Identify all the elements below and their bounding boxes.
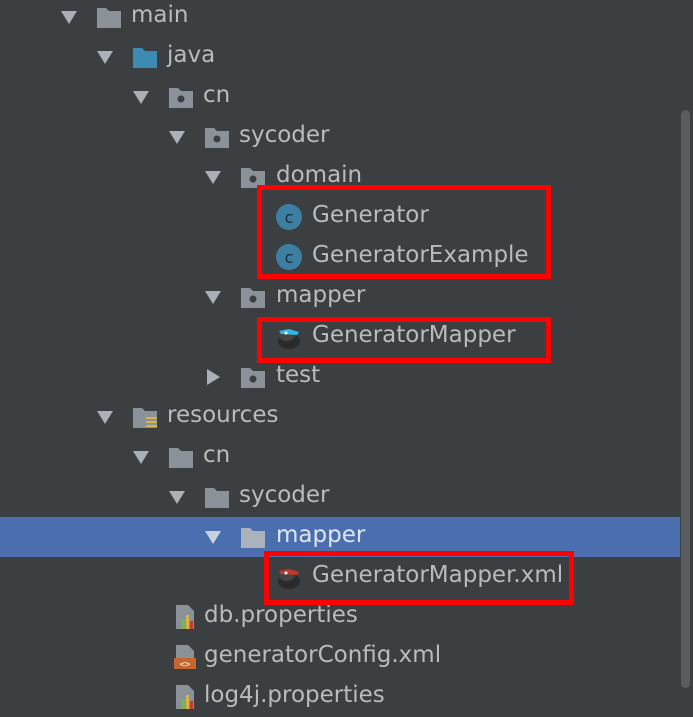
tree-item-generator-mapper[interactable]: GeneratorMapper <box>0 317 680 357</box>
tree-item-resources[interactable]: resources <box>0 397 680 437</box>
package-icon <box>169 88 193 108</box>
tree-item-label: GeneratorMapper.xml <box>312 562 564 588</box>
expand-arrow-icon[interactable] <box>168 128 186 146</box>
collapse-arrow-icon[interactable] <box>204 368 222 386</box>
svg-text:c: c <box>285 208 294 227</box>
tree-item-label: cn <box>203 82 231 108</box>
tree-item-generator-example[interactable]: c GeneratorExample <box>0 237 680 277</box>
expand-arrow-icon[interactable] <box>168 488 186 506</box>
folder-icon <box>241 528 265 548</box>
properties-file-icon <box>176 685 194 709</box>
tree-item-generator-config-xml[interactable]: <> generatorConfig.xml <box>0 637 680 677</box>
tree-item-label: sycoder <box>239 122 330 148</box>
expand-arrow-icon[interactable] <box>204 288 222 306</box>
expand-arrow-icon[interactable] <box>60 8 78 26</box>
svg-text:<>: <> <box>180 660 191 670</box>
tree-item-label: test <box>276 362 321 388</box>
mybatis-mapper-icon <box>278 329 300 349</box>
tree-item-label: sycoder <box>239 482 330 508</box>
expand-arrow-icon[interactable] <box>96 408 114 426</box>
expand-arrow-icon[interactable] <box>96 48 114 66</box>
expand-arrow-icon[interactable] <box>204 528 222 546</box>
tree-item-cn[interactable]: cn <box>0 77 680 117</box>
tree-item-mapper-selected[interactable]: mapper <box>0 517 680 557</box>
package-icon <box>205 128 229 148</box>
class-icon: c <box>276 204 302 230</box>
tree-item-label: generatorConfig.xml <box>204 642 442 668</box>
folder-icon <box>205 488 229 508</box>
tree-item-java[interactable]: java <box>0 37 680 77</box>
tree-item-sycoder[interactable]: sycoder <box>0 477 680 517</box>
tree-item-mapper[interactable]: mapper <box>0 277 680 317</box>
tree-item-label: db.properties <box>204 602 358 628</box>
tree-item-db-properties[interactable]: db.properties <box>0 597 680 637</box>
folder-icon <box>169 448 193 468</box>
tree-item-label: cn <box>203 442 231 468</box>
svg-text:c: c <box>285 248 294 267</box>
tree-item-generator[interactable]: c Generator <box>0 197 680 237</box>
tree-item-label: GeneratorExample <box>312 242 529 268</box>
tree-item-label: java <box>167 42 216 68</box>
package-icon <box>241 288 265 308</box>
source-folder-icon <box>133 48 157 68</box>
package-icon <box>241 368 265 388</box>
expand-arrow-icon[interactable] <box>132 448 150 466</box>
xml-file-icon: <> <box>174 645 196 670</box>
class-icon: c <box>276 244 302 270</box>
tree-item-label: main <box>131 2 189 28</box>
tree-item-label: domain <box>276 162 363 188</box>
tree-item-label: Generator <box>312 202 429 228</box>
tree-item-label: resources <box>167 402 279 428</box>
tree-item-domain[interactable]: domain <box>0 157 680 197</box>
expand-arrow-icon[interactable] <box>204 168 222 186</box>
properties-file-icon <box>176 605 194 629</box>
vertical-scrollbar[interactable] <box>681 110 690 688</box>
tree-item-label: mapper <box>276 522 366 548</box>
folder-icon <box>97 8 121 28</box>
tree-item-sycoder[interactable]: sycoder <box>0 117 680 157</box>
mybatis-xml-icon <box>278 569 300 589</box>
package-icon <box>241 168 265 188</box>
tree-item-log4j-properties[interactable]: log4j.properties <box>0 677 680 717</box>
tree-item-label: log4j.properties <box>204 682 385 708</box>
tree-item-label: GeneratorMapper <box>312 322 516 348</box>
resources-folder-icon <box>133 408 157 428</box>
tree-item-test[interactable]: test <box>0 357 680 397</box>
tree-item-generator-mapper-xml[interactable]: GeneratorMapper.xml <box>0 557 680 597</box>
tree-item-label: mapper <box>276 282 366 308</box>
tree-item-main[interactable]: main <box>0 0 680 37</box>
project-tree: main java cn sycoder domain c Generator … <box>0 0 693 709</box>
expand-arrow-icon[interactable] <box>132 88 150 106</box>
tree-item-cn[interactable]: cn <box>0 437 680 477</box>
